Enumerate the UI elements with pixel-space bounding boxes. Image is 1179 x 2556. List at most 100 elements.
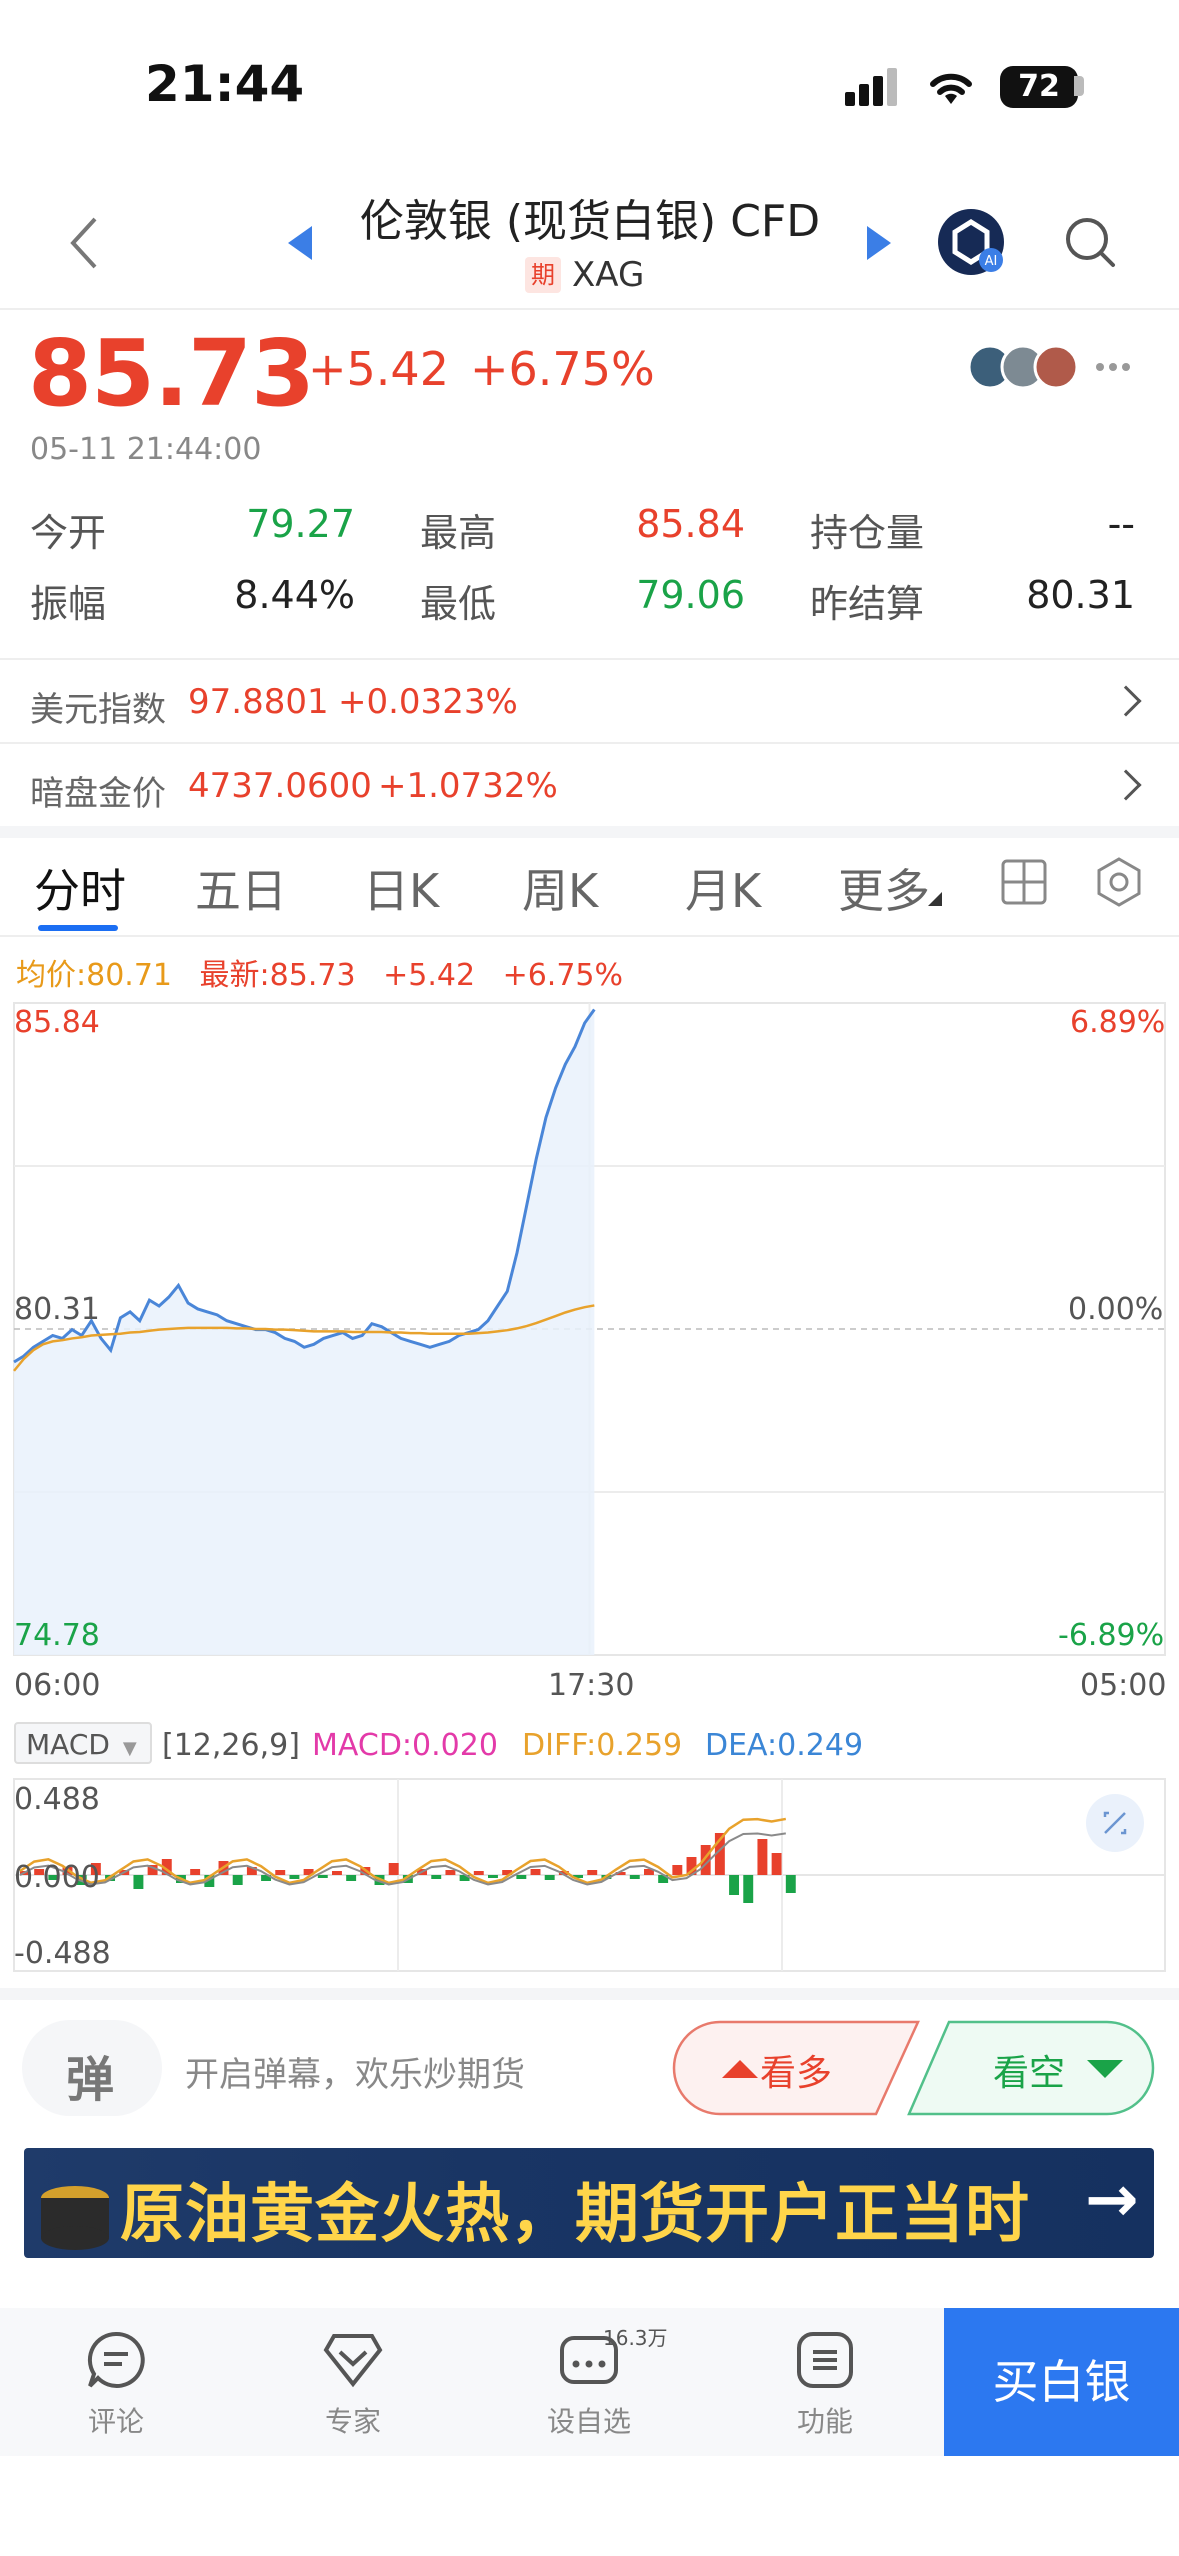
axis-right-bottom: -6.89%	[1058, 1618, 1165, 1653]
tab-intraday[interactable]: 分时	[34, 855, 126, 921]
instrument-title: 伦敦银 (现货白银) CFD	[359, 196, 821, 247]
dark-pool-gold-change: +1.0732%	[378, 766, 558, 806]
amplitude-label: 振幅	[30, 582, 107, 626]
avg-price-label: 均价:80.71	[16, 958, 172, 993]
futures-badge: 期	[525, 257, 561, 293]
battery-indicator: 72	[1000, 66, 1078, 108]
macd-bar	[317, 1875, 328, 1878]
ai-assistant-icon[interactable]: AI	[937, 208, 1005, 276]
usd-index-label: 美元指数	[30, 690, 166, 730]
macd-bar	[275, 1870, 286, 1875]
macd-tick-top: 0.488	[14, 1782, 100, 1817]
usd-index-row[interactable]: 美元指数 97.8801 +0.0323%	[0, 660, 1179, 742]
community-avatars[interactable]	[968, 342, 1086, 392]
danmu-icon: 弹	[66, 2052, 115, 2108]
signal-icon	[845, 68, 897, 106]
expert-icon[interactable]	[322, 2330, 384, 2390]
macd-bar	[488, 1875, 498, 1878]
expert-label[interactable]: 专家	[283, 2400, 423, 2440]
macd-bar	[133, 1875, 144, 1889]
tab-five-day[interactable]: 五日	[195, 855, 287, 921]
comment-label[interactable]: 评论	[46, 2400, 186, 2440]
tab-monthly-k[interactable]: 月K	[685, 855, 761, 921]
banner-headline: 原油黄金火热，期货开户正当时	[120, 2178, 1030, 2252]
status-time: 21:44	[145, 55, 305, 113]
add-watchlist-label[interactable]: 设自选	[519, 2400, 659, 2440]
usd-index-change: +0.0323%	[338, 682, 518, 722]
danmu-prompt[interactable]: 开启弹幕，欢乐炒期货	[185, 2047, 525, 2096]
usd-index-value: 97.8801	[188, 682, 329, 722]
macd-params: [12,26,9]	[162, 1728, 300, 1763]
macd-tick-bottom: -0.488	[14, 1936, 111, 1971]
instrument-code: XAG	[572, 255, 645, 295]
settings-icon[interactable]	[1093, 856, 1145, 908]
bear-button[interactable]: 看空	[993, 2044, 1065, 2096]
macd-bar	[346, 1875, 357, 1881]
chart-header: 均价:80.71 最新:85.73 +5.42 +6.75%	[16, 950, 623, 994]
price-change: +5.42	[308, 342, 449, 396]
chart-change-pct: +6.75%	[502, 958, 624, 993]
function-icon[interactable]	[795, 2330, 855, 2390]
comment-icon[interactable]	[86, 2330, 146, 2390]
banner-arrow-icon: →	[1085, 2163, 1139, 2237]
next-instrument-icon[interactable]	[865, 226, 891, 260]
macd-bar	[445, 1870, 456, 1875]
low-label: 最低	[420, 582, 497, 626]
axis-right-mid: 0.00%	[1068, 1292, 1164, 1327]
dea-value: DEA:0.249	[705, 1728, 864, 1763]
macd-bar	[629, 1875, 640, 1879]
macd-bar	[672, 1865, 683, 1875]
indicator-selector[interactable]: MACD ▼	[14, 1722, 152, 1764]
dropdown-corner-icon	[928, 892, 942, 906]
indicator-name: MACD	[26, 1728, 110, 1761]
dark-pool-gold-value: 4737.0600	[188, 766, 372, 806]
price-area	[14, 1009, 595, 1655]
intraday-chart[interactable]	[0, 995, 1179, 1660]
macd-bar	[516, 1875, 527, 1879]
open-interest-label: 持仓量	[810, 511, 925, 555]
macd-bar	[743, 1875, 754, 1903]
amplitude-value: 8.44%	[234, 573, 355, 617]
macd-bar	[332, 1871, 342, 1875]
price-change-pct: +6.75%	[470, 342, 655, 396]
low-value: 79.06	[636, 573, 745, 617]
tab-daily-k[interactable]: 日K	[363, 855, 439, 921]
high-value: 85.84	[636, 502, 745, 546]
macd-tick-mid: 0.000	[14, 1860, 100, 1895]
macd-bar	[530, 1869, 541, 1875]
open-label: 今开	[30, 511, 107, 555]
diff-value: DIFF:0.259	[522, 1728, 683, 1763]
x-tick-start: 06:00	[14, 1668, 101, 1703]
fullscreen-icon[interactable]	[1085, 1793, 1145, 1853]
bull-button[interactable]: 看多	[760, 2044, 832, 2096]
axis-left-top: 85.84	[14, 1005, 100, 1040]
prev-settle-label: 昨结算	[810, 582, 925, 626]
latest-price-label: 最新:85.73	[199, 958, 356, 993]
more-icon[interactable]	[1095, 360, 1131, 374]
macd-bar	[544, 1875, 555, 1880]
macd-bar	[771, 1853, 782, 1875]
x-tick-mid: 17:30	[548, 1668, 635, 1703]
tab-weekly-k[interactable]: 周K	[522, 855, 598, 921]
axis-right-top: 6.89%	[1070, 1005, 1166, 1040]
dark-pool-gold-row[interactable]: 暗盘金价 4737.0600 +1.0732%	[0, 744, 1179, 826]
chart-change: +5.42	[383, 958, 476, 993]
function-label[interactable]: 功能	[755, 2400, 895, 2440]
macd-bar	[473, 1871, 484, 1875]
macd-bar	[785, 1875, 796, 1893]
diff-line	[19, 1817, 787, 1885]
layout-grid-icon[interactable]	[1000, 858, 1048, 906]
wifi-icon	[930, 73, 972, 104]
chevron-right-icon	[1110, 769, 1142, 801]
back-icon[interactable]	[65, 215, 105, 271]
search-icon[interactable]	[1065, 217, 1117, 269]
tab-more[interactable]: 更多	[838, 855, 930, 921]
axis-left-mid: 80.31	[14, 1292, 100, 1327]
macd-bar	[729, 1875, 740, 1895]
open-interest-value: --	[1107, 502, 1135, 546]
open-value: 79.27	[246, 502, 355, 546]
axis-left-bottom: 74.78	[14, 1618, 100, 1653]
macd-bar	[289, 1875, 300, 1879]
macd-value: MACD:0.020	[312, 1728, 498, 1763]
buy-silver-button[interactable]: 买白银	[944, 2308, 1179, 2456]
